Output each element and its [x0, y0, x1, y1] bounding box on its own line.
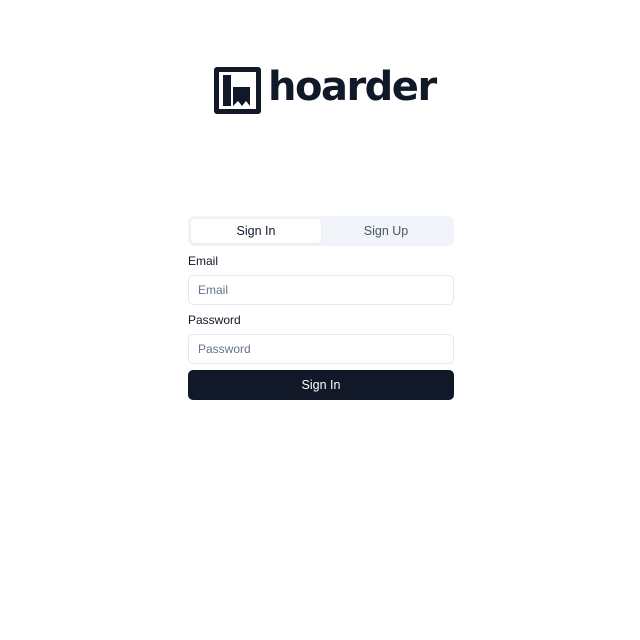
- password-label: Password: [188, 313, 241, 327]
- brand-logo: hoarder: [214, 64, 437, 114]
- auth-tabs: Sign In Sign Up: [188, 216, 454, 246]
- password-field[interactable]: [188, 334, 454, 364]
- tab-sign-up[interactable]: Sign Up: [321, 219, 451, 243]
- email-field[interactable]: [188, 275, 454, 305]
- sign-in-button[interactable]: Sign In: [188, 370, 454, 400]
- tab-sign-in[interactable]: Sign In: [191, 219, 321, 243]
- hoarder-logo-icon: [214, 66, 261, 114]
- brand-name: hoarder: [268, 64, 437, 110]
- login-page: hoarder Sign In Sign Up Email Password S…: [0, 0, 640, 640]
- email-label: Email: [188, 254, 219, 268]
